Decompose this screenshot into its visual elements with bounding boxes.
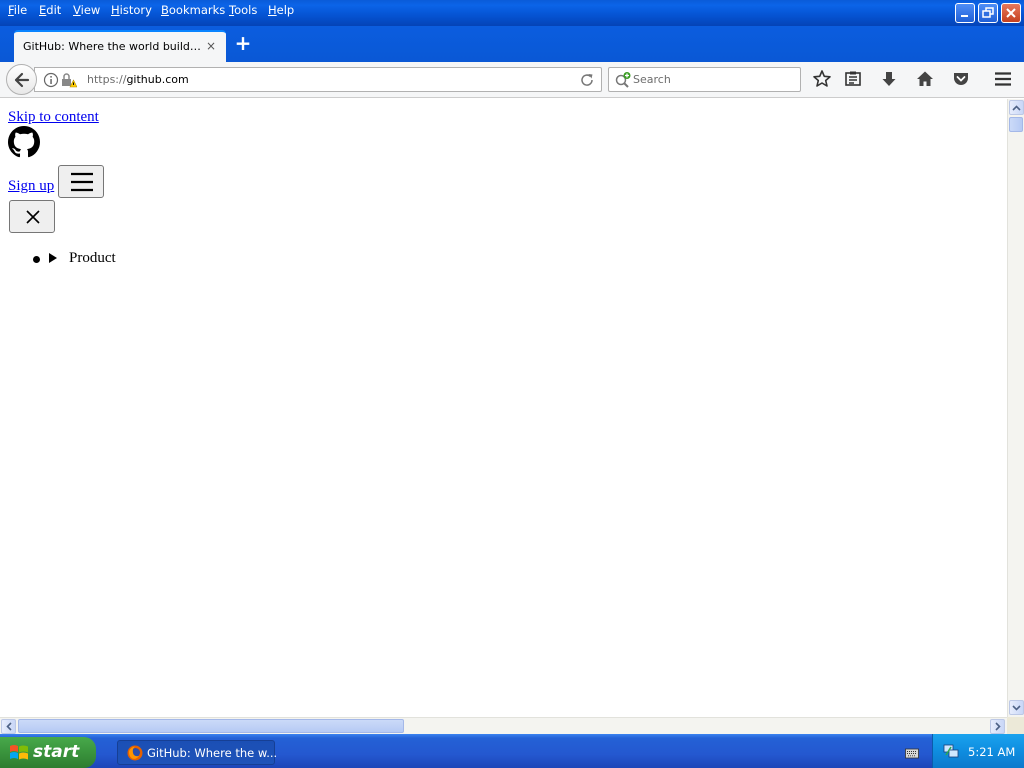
back-button[interactable] (6, 64, 37, 95)
chevron-right-icon (994, 722, 1001, 731)
system-tray: 5:21 AM (932, 734, 1024, 768)
restore-icon (982, 7, 994, 18)
network-icon[interactable] (943, 743, 959, 759)
reload-icon[interactable] (579, 72, 595, 88)
tab-title: GitHub: Where the world builds so... (23, 40, 203, 53)
keyboard-icon[interactable] (905, 747, 919, 759)
menu-bookmarks[interactable]: Bookmarks (161, 3, 225, 17)
windows-logo-icon (10, 745, 28, 760)
navigation-toolbar: https://github.com Search (0, 62, 1024, 98)
insecure-lock-icon[interactable] (61, 72, 77, 88)
page-content: Skip to content Sign up Product (0, 99, 1007, 717)
hamburger-icon (71, 172, 93, 192)
download-icon[interactable] (879, 69, 899, 89)
new-tab-button[interactable]: + (234, 33, 252, 53)
chevron-left-icon (5, 722, 12, 731)
search-engine-icon (615, 72, 631, 88)
chevron-up-icon (1012, 104, 1021, 111)
reading-list-icon[interactable] (843, 69, 863, 89)
start-label: start (33, 742, 80, 762)
home-icon[interactable] (915, 69, 935, 89)
menu-edit[interactable]: Edit (39, 3, 61, 17)
taskbar-item-label: GitHub: Where the w... (147, 746, 278, 760)
scroll-right-button[interactable] (990, 719, 1005, 734)
pocket-icon[interactable] (951, 69, 971, 89)
url-scheme: https:// (87, 73, 127, 86)
disclosure-triangle-icon[interactable] (49, 253, 57, 263)
window-titlebar: File Edit View History Bookmarks Tools H… (0, 0, 1024, 26)
url-bar[interactable]: https://github.com (34, 67, 602, 92)
scroll-down-button[interactable] (1009, 700, 1024, 715)
tab-close-icon[interactable]: × (205, 39, 217, 53)
url-text[interactable]: https://github.com (87, 73, 189, 86)
menu-history[interactable]: History (111, 3, 152, 17)
chevron-down-icon (1012, 704, 1021, 711)
close-icon (1006, 8, 1016, 18)
menu-tools[interactable]: Tools (229, 3, 257, 17)
hamburger-menu-icon[interactable] (993, 69, 1013, 89)
taskbar-item-firefox[interactable]: GitHub: Where the w... (117, 740, 278, 765)
close-x-icon (26, 210, 40, 224)
scrollbar-corner (1007, 717, 1024, 734)
tab-github[interactable]: GitHub: Where the world builds so... × (14, 30, 226, 62)
skip-to-content-link[interactable]: Skip to content (8, 109, 99, 126)
firefox-icon (127, 745, 143, 761)
list-bullet (33, 256, 40, 263)
search-placeholder: Search (633, 73, 671, 86)
tab-strip: GitHub: Where the world builds so... × + (0, 26, 1024, 62)
horizontal-scrollbar[interactable] (0, 717, 1007, 734)
horizontal-scroll-thumb[interactable] (18, 719, 404, 733)
search-bar[interactable]: Search (608, 67, 801, 92)
sign-up-link[interactable]: Sign up (8, 178, 54, 195)
taskbar: start GitHub: Where the w... 5:21 AM (0, 734, 1024, 768)
toggle-navigation-button[interactable] (58, 165, 104, 198)
bookmark-star-icon[interactable] (812, 69, 832, 89)
github-logo-icon[interactable] (8, 126, 40, 158)
url-host: github.com (126, 73, 189, 86)
close-navigation-button[interactable] (9, 200, 55, 233)
scroll-left-button[interactable] (1, 719, 16, 734)
scroll-up-button[interactable] (1009, 100, 1024, 115)
vertical-scrollbar[interactable] (1007, 99, 1024, 717)
start-button[interactable]: start (0, 737, 96, 768)
info-icon[interactable] (43, 72, 59, 88)
clock[interactable]: 5:21 AM (968, 745, 1015, 759)
menu-view[interactable]: View (73, 3, 100, 17)
minimize-icon (961, 15, 968, 17)
nav-item-product-label: Product (69, 250, 116, 266)
minimize-button[interactable] (955, 3, 975, 23)
menu-file[interactable]: File (8, 3, 27, 17)
vertical-scroll-thumb[interactable] (1009, 117, 1023, 132)
close-window-button[interactable] (1001, 3, 1021, 23)
menu-help[interactable]: Help (268, 3, 294, 17)
restore-button[interactable] (978, 3, 998, 23)
back-arrow-icon (14, 72, 30, 88)
